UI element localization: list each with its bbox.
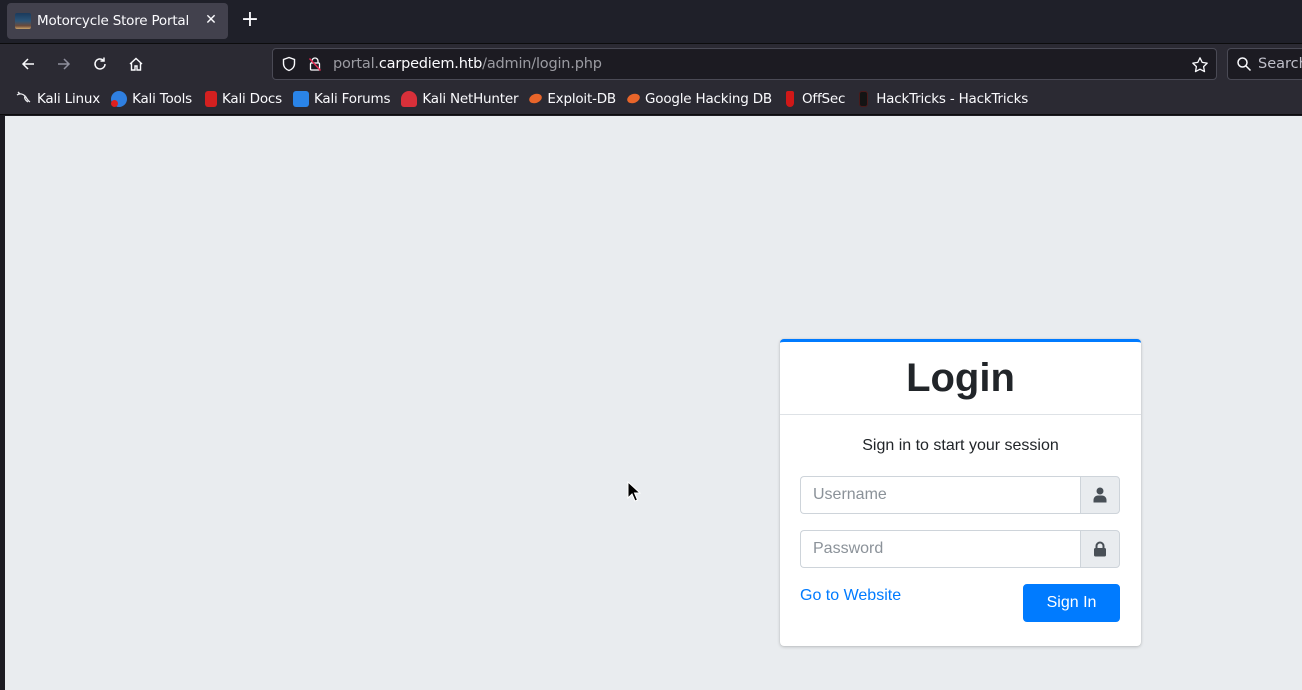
- url-path: /admin/login.php: [482, 56, 602, 72]
- bookmark-label: Exploit-DB: [547, 90, 616, 107]
- bookmark-star-icon[interactable]: [1191, 56, 1209, 74]
- bookmark-label: Kali Docs: [222, 90, 282, 107]
- login-title: Login: [906, 355, 1015, 400]
- search-icon: [1237, 57, 1252, 72]
- bookmark-exploit-db[interactable]: Exploit-DB: [528, 87, 616, 111]
- password-addon: [1080, 530, 1120, 568]
- search-placeholder: Search: [1258, 56, 1302, 72]
- lock-icon: [1094, 541, 1106, 557]
- bookmarks-toolbar: Kali Linux Kali Tools Kali Docs Kali For…: [0, 83, 1302, 115]
- tab-title: Motorcycle Store Portal: [37, 13, 190, 29]
- motorcycle-favicon-icon: [15, 13, 31, 29]
- url-prefix: portal.: [333, 56, 379, 72]
- back-button[interactable]: [16, 52, 40, 76]
- reload-icon: [94, 57, 106, 70]
- login-card-body: Sign in to start your session Go to Webs…: [780, 415, 1141, 642]
- go-to-website-link[interactable]: Go to Website: [800, 587, 901, 605]
- kali-dragon-icon: [16, 91, 31, 103]
- tab-strip: Motorcycle Store Portal ✕ +: [0, 0, 1302, 43]
- username-addon: [1080, 476, 1120, 514]
- kali-nethunter-icon: [401, 90, 418, 107]
- insecure-lock-icon[interactable]: [307, 56, 323, 72]
- kali-tools-icon: [111, 90, 128, 107]
- url-host: carpediem.htb: [378, 56, 483, 72]
- home-button[interactable]: [124, 52, 148, 76]
- arrow-right-icon: [58, 58, 71, 70]
- search-bar[interactable]: Search: [1227, 48, 1302, 80]
- bookmark-kali-nethunter[interactable]: Kali NetHunter: [401, 87, 519, 111]
- sign-in-button[interactable]: Sign In: [1023, 584, 1120, 622]
- bookmark-google-hacking-db[interactable]: Google Hacking DB: [625, 87, 772, 111]
- bookmark-label: Kali Forums: [314, 90, 391, 107]
- password-input[interactable]: [800, 530, 1080, 568]
- bookmark-label: Kali Tools: [132, 90, 192, 107]
- arrow-left-icon: [21, 58, 34, 70]
- forward-button[interactable]: [52, 52, 76, 76]
- page-viewport: Login Sign in to start your session Go t…: [5, 116, 1302, 690]
- bookmark-kali-docs[interactable]: Kali Docs: [203, 87, 282, 111]
- bookmark-label: HackTricks - HackTricks: [876, 90, 1029, 107]
- ghdb-icon: [625, 92, 642, 105]
- hacktricks-icon: [859, 90, 869, 107]
- offsec-icon: [786, 90, 794, 107]
- browser-tab-active[interactable]: Motorcycle Store Portal ✕: [7, 3, 228, 39]
- bookmark-label: Kali NetHunter: [422, 90, 519, 107]
- exploit-db-icon: [528, 92, 544, 105]
- bookmark-kali-forums[interactable]: Kali Forums: [293, 87, 391, 111]
- kali-forums-icon: [293, 90, 309, 107]
- password-group: [800, 530, 1120, 568]
- new-tab-button[interactable]: +: [240, 9, 260, 31]
- url-text[interactable]: portal.carpediem.htb/admin/login.php: [333, 56, 602, 72]
- close-tab-icon[interactable]: ✕: [203, 12, 219, 28]
- navigation-toolbar: portal.carpediem.htb/admin/login.php Sea…: [0, 43, 1302, 83]
- login-actions: Go to Website Sign In: [800, 584, 1120, 622]
- tracking-protection-shield-icon[interactable]: [281, 56, 297, 72]
- mouse-cursor-icon: [627, 481, 641, 502]
- bookmark-label: Kali Linux: [37, 90, 101, 107]
- bookmark-hacktricks[interactable]: HackTricks - HackTricks: [856, 87, 1028, 111]
- user-icon: [1093, 487, 1107, 503]
- address-bar[interactable]: portal.carpediem.htb/admin/login.php: [272, 48, 1217, 80]
- username-input[interactable]: [800, 476, 1080, 514]
- bookmark-label: Google Hacking DB: [645, 90, 772, 107]
- reload-button[interactable]: [88, 52, 112, 76]
- bookmark-offsec[interactable]: OffSec: [783, 87, 845, 111]
- home-icon: [129, 57, 143, 71]
- login-card-header: Login: [780, 342, 1141, 415]
- kali-docs-icon: [205, 90, 217, 107]
- username-group: [800, 476, 1120, 514]
- bookmark-kali-linux[interactable]: Kali Linux: [16, 87, 100, 111]
- login-card: Login Sign in to start your session Go t…: [780, 339, 1141, 646]
- bookmark-label: OffSec: [802, 90, 846, 107]
- bookmark-kali-tools[interactable]: Kali Tools: [111, 87, 192, 111]
- login-message: Sign in to start your session: [862, 437, 1059, 454]
